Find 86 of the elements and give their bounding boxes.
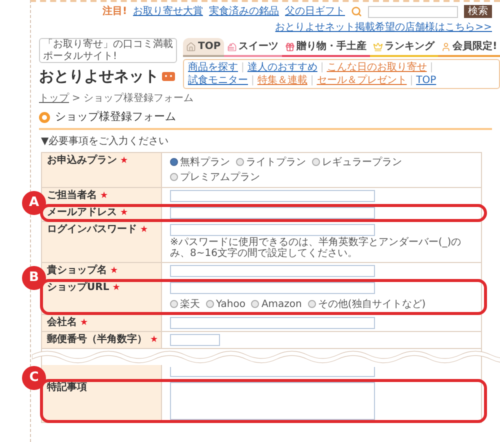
- field-label: ご担当者名: [47, 190, 97, 202]
- sub-nav-link[interactable]: 商品を探す: [188, 61, 238, 74]
- textarea-field[interactable]: [170, 382, 375, 420]
- radio-button[interactable]: [170, 158, 178, 166]
- radio-label: 無料プラン: [180, 156, 230, 170]
- instructions: ▼必要事項をご入力ください: [41, 134, 170, 148]
- sub-nav-link[interactable]: こんな日のお取り寄せ: [326, 61, 427, 74]
- main-nav-tab[interactable]: 会員限定!: [438, 38, 500, 57]
- sub-nav-link[interactable]: 特集＆連載: [257, 74, 308, 87]
- required-mark: ★: [100, 190, 108, 202]
- field-label: ショップURL: [47, 282, 110, 294]
- radio-button[interactable]: [206, 300, 214, 308]
- title-ring-icon: [39, 112, 50, 123]
- nav-separator: |: [410, 74, 414, 87]
- main-nav-tab[interactable]: 贈り物・手土産: [282, 38, 370, 57]
- nav-icon: [372, 42, 383, 52]
- field-label: 特記事項: [47, 382, 87, 394]
- notice-label: 注目!: [102, 4, 127, 19]
- field-label: 会社名: [47, 316, 77, 328]
- input-field[interactable]: [170, 264, 375, 276]
- nav-separator: |: [310, 74, 314, 87]
- nav-separator: |: [430, 61, 434, 74]
- radio-button[interactable]: [251, 300, 260, 308]
- annotation-badge: A: [22, 190, 46, 214]
- required-mark: ★: [150, 334, 158, 346]
- radio-label: Amazon: [261, 298, 302, 312]
- input-field[interactable]: [170, 282, 375, 294]
- input-field[interactable]: [170, 206, 375, 218]
- nav-separator: |: [320, 61, 324, 74]
- breadcrumb-current: ショップ様登録フォーム: [83, 92, 194, 106]
- field-label: お申込みプラン: [47, 154, 117, 166]
- sub-nav-link[interactable]: TOP: [416, 74, 436, 87]
- annotation-badge: C: [22, 366, 46, 390]
- nav-separator: |: [241, 61, 244, 74]
- main-nav-tab[interactable]: ランキング: [370, 38, 438, 57]
- radio-label: Yahoo: [216, 298, 246, 312]
- nav-icon: [226, 42, 237, 52]
- radio-label: プレミアムプラン: [180, 170, 260, 184]
- field-label: ログインパスワード: [47, 224, 137, 236]
- main-nav-tab[interactable]: スイーツ: [224, 38, 282, 57]
- radio-button[interactable]: [170, 300, 178, 308]
- shop-registration-link[interactable]: おとりよせネット掲載希望の店舗様はこちら>>: [275, 20, 492, 35]
- sub-nav-link[interactable]: 試食モニター: [188, 74, 248, 87]
- nav-icon: [186, 42, 196, 52]
- mascot-icon: [161, 70, 177, 82]
- search-icon: [351, 6, 362, 17]
- page-title: ショップ様登録フォーム: [55, 109, 176, 125]
- main-nav-tab[interactable]: TOP: [183, 38, 224, 57]
- sub-nav-link[interactable]: セール＆プレゼント: [316, 74, 407, 87]
- site-logo: おとりよせネット: [39, 66, 159, 87]
- header-link[interactable]: お取り寄せ大賞: [133, 4, 203, 19]
- field-label: メールアドレス: [47, 206, 117, 218]
- nav-icon: [284, 42, 295, 52]
- header-link[interactable]: 実食済みの銘品: [209, 4, 279, 19]
- breadcrumb-separator: >: [72, 92, 80, 106]
- radio-label: レギュラープラン: [322, 156, 402, 170]
- radio-label: その他(独自サイトなど): [318, 298, 426, 312]
- header-link[interactable]: 父の日ギフト: [285, 4, 345, 19]
- radio-button[interactable]: [236, 158, 244, 166]
- textarea-field[interactable]: [170, 366, 375, 376]
- radio-button[interactable]: [312, 158, 320, 166]
- nav-icon: [440, 42, 451, 52]
- sub-nav-link[interactable]: 達人のおすすめ: [247, 61, 318, 74]
- tagline-bubble: 「お取り寄せ」の口コミ満載ポータルサイト!: [39, 38, 177, 63]
- required-mark: ★: [140, 224, 148, 236]
- field-label: 郵便番号（半角数字）: [47, 334, 147, 346]
- required-mark: ★: [80, 316, 88, 328]
- input-field[interactable]: [170, 190, 375, 202]
- required-mark: ★: [120, 206, 128, 218]
- password-note: ※パスワードに使用できるのは、半角英数字とアンダーバー(_)のみ、8~16文字の間で設定してください。: [170, 236, 462, 260]
- required-mark: ★: [110, 264, 118, 276]
- required-mark: ★: [112, 282, 120, 294]
- radio-label: ライトプラン: [246, 156, 306, 170]
- search-field[interactable]: [368, 6, 458, 18]
- annotation-badge: B: [22, 266, 46, 290]
- required-mark: ★: [120, 154, 128, 166]
- radio-label: 楽天: [180, 298, 200, 312]
- radio-button[interactable]: [308, 300, 316, 308]
- search-button[interactable]: 検索: [464, 5, 492, 18]
- input-field[interactable]: [170, 334, 220, 346]
- breadcrumb-link[interactable]: トップ: [39, 91, 69, 106]
- input-field[interactable]: [170, 224, 375, 236]
- radio-button[interactable]: [170, 173, 178, 181]
- input-field[interactable]: [170, 316, 375, 328]
- field-label: 貴ショップ名: [47, 264, 107, 276]
- nav-separator: |: [251, 74, 254, 87]
